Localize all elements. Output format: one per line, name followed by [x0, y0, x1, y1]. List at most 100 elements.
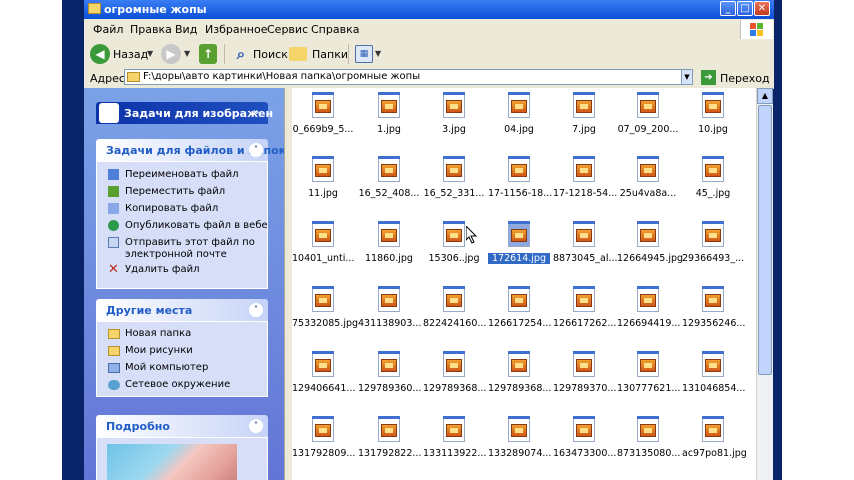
file-item[interactable]: 25u4va8a...	[617, 152, 679, 212]
collapse-chevron-icon[interactable]: ˄	[249, 303, 263, 317]
menu-favorites[interactable]: Избранное	[205, 23, 267, 36]
file-item[interactable]: 17-1156-18...	[488, 152, 552, 212]
file-name[interactable]: 3.jpg	[423, 124, 485, 135]
file-item[interactable]: 11.jpg	[292, 152, 354, 212]
file-name[interactable]: 12664945.jpg	[617, 253, 683, 264]
file-item[interactable]: 133289074...	[488, 412, 551, 472]
file-name[interactable]: 17-1156-18...	[488, 188, 552, 199]
file-item[interactable]: 75332085.jpg	[292, 282, 358, 342]
close-button[interactable]: ✕	[754, 1, 770, 16]
file-item[interactable]: 16_52_331...	[423, 152, 485, 212]
task-publish[interactable]: Опубликовать файл в вебе	[125, 220, 268, 231]
image-tasks-header[interactable]: Задачи для изображен »	[96, 102, 273, 124]
file-item[interactable]: 129356246...	[682, 282, 745, 342]
back-dropdown-icon[interactable]: ▼	[147, 49, 153, 58]
file-name[interactable]: 29366493_...	[682, 253, 744, 264]
file-name[interactable]: 126617254...	[488, 318, 551, 329]
file-name[interactable]: 431138903...	[358, 318, 421, 329]
collapse-chevron-icon[interactable]: ˄	[249, 419, 263, 433]
file-name[interactable]: 0_669b9_5...	[292, 124, 354, 135]
file-name[interactable]: 10.jpg	[682, 124, 744, 135]
scroll-thumb[interactable]	[758, 105, 772, 375]
file-item[interactable]: ac97po81.jpg	[682, 412, 747, 472]
file-name[interactable]: 133289074...	[488, 448, 551, 459]
file-item[interactable]: 04.jpg	[488, 88, 550, 148]
file-item[interactable]: 131792809...	[292, 412, 355, 472]
menu-help[interactable]: Справка	[311, 23, 359, 36]
file-item[interactable]: 172614.jpg	[488, 217, 550, 277]
file-item[interactable]: 07_09_200...	[617, 88, 679, 148]
views-dropdown-icon[interactable]: ▼	[375, 49, 381, 58]
collapse-chevron-icon[interactable]: ˄	[249, 143, 263, 157]
back-arrow-icon[interactable]: ◀	[90, 44, 110, 64]
file-name[interactable]: 07_09_200...	[617, 124, 679, 135]
file-item[interactable]: 126617262...	[553, 282, 616, 342]
file-name[interactable]: 126617262...	[553, 318, 616, 329]
other-places-title[interactable]: Другие места	[106, 304, 192, 317]
place-my-computer[interactable]: Мой компьютер	[125, 362, 208, 373]
file-item[interactable]: 129789368...	[488, 347, 551, 407]
file-item[interactable]: 11860.jpg	[358, 217, 420, 277]
file-name[interactable]: 17-1218-54...	[553, 188, 617, 199]
file-name[interactable]: 129789368...	[423, 383, 486, 394]
task-delete[interactable]: Удалить файл	[125, 264, 200, 275]
views-icon[interactable]: ▦	[355, 45, 373, 63]
go-button[interactable]: ➔ Переход	[699, 69, 770, 86]
file-item[interactable]: 126617254...	[488, 282, 551, 342]
file-name[interactable]: 10401_unti...	[292, 253, 354, 264]
file-name[interactable]: 129789360...	[358, 383, 421, 394]
file-name[interactable]: 172614.jpg	[488, 253, 550, 264]
file-name[interactable]: 04.jpg	[488, 124, 550, 135]
file-item[interactable]: 133113922...	[423, 412, 486, 472]
file-item[interactable]: 129789360...	[358, 347, 421, 407]
details-title[interactable]: Подробно	[106, 420, 170, 433]
task-email[interactable]: Отправить этот файл по электронной почте	[125, 237, 257, 261]
file-item[interactable]: 0_669b9_5...	[292, 88, 354, 148]
file-name[interactable]: 131792809...	[292, 448, 355, 459]
file-item[interactable]: 1.jpg	[358, 88, 420, 148]
file-name[interactable]: 45_.jpg	[682, 188, 744, 199]
minimize-button[interactable]: _	[720, 1, 736, 16]
file-item[interactable]: 29366493_...	[682, 217, 744, 277]
scroll-up-icon[interactable]: ▲	[757, 88, 773, 104]
file-item[interactable]: 129406641...	[292, 347, 355, 407]
file-item[interactable]: 10.jpg	[682, 88, 744, 148]
address-dropdown-icon[interactable]: ▼	[681, 69, 693, 85]
task-move[interactable]: Переместить файл	[125, 186, 225, 197]
file-name[interactable]: 133113922...	[423, 448, 486, 459]
file-name[interactable]: 25u4va8a...	[617, 188, 679, 199]
address-input[interactable]: F:\доры\авто картинки\Новая папка\огромн…	[124, 69, 693, 85]
go-button-label[interactable]: Переход	[720, 72, 770, 85]
file-tasks-header[interactable]: Задачи для файлов и папок ˄	[96, 139, 286, 161]
file-item[interactable]: 10401_unti...	[292, 217, 354, 277]
file-name[interactable]: 822424160...	[423, 318, 486, 329]
file-name[interactable]: 15306..jpg	[423, 253, 485, 264]
file-item[interactable]: 129789370...	[553, 347, 616, 407]
file-item[interactable]: 822424160...	[423, 282, 486, 342]
file-name[interactable]: 8873045_al...	[553, 253, 618, 264]
folders-button-label[interactable]: Папки	[312, 48, 348, 61]
file-item[interactable]: 45_.jpg	[682, 152, 744, 212]
file-item[interactable]: 130777621...	[617, 347, 680, 407]
task-copy[interactable]: Копировать файл	[125, 203, 218, 214]
forward-arrow-icon[interactable]: ▶	[161, 44, 181, 64]
file-name[interactable]: 873135080...	[617, 448, 680, 459]
back-button-label[interactable]: Назад	[113, 48, 148, 61]
vertical-scrollbar[interactable]: ▲	[756, 88, 773, 480]
menu-file[interactable]: Файл	[93, 23, 123, 36]
file-item[interactable]: 131046854...	[682, 347, 745, 407]
file-name[interactable]: 75332085.jpg	[292, 318, 358, 329]
file-name[interactable]: 131792822...	[358, 448, 421, 459]
file-item[interactable]: 16_52_408...	[358, 152, 420, 212]
file-item[interactable]: 873135080...	[617, 412, 680, 472]
other-places-header[interactable]: Другие места ˄	[96, 299, 268, 321]
file-item[interactable]: 129789368...	[423, 347, 486, 407]
expand-chevron-icon[interactable]: »	[249, 106, 263, 120]
file-item[interactable]: 3.jpg	[423, 88, 485, 148]
file-item[interactable]: 431138903...	[358, 282, 421, 342]
file-name[interactable]: 130777621...	[617, 383, 680, 394]
file-item[interactable]: 126694419...	[617, 282, 680, 342]
file-item[interactable]: 7.jpg	[553, 88, 615, 148]
file-name[interactable]: 131046854...	[682, 383, 745, 394]
menu-tools[interactable]: Сервис	[267, 23, 308, 36]
